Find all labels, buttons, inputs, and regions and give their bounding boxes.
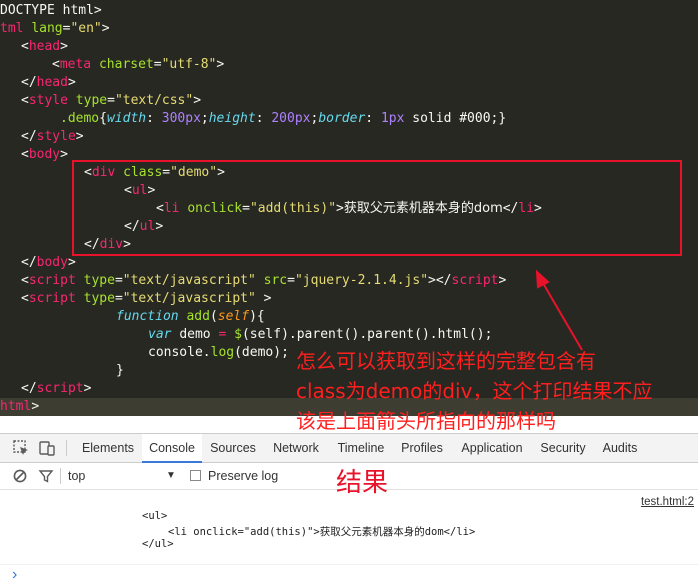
prompt-chevron-icon: ›	[12, 566, 18, 583]
preserve-log-checkbox[interactable]	[190, 470, 201, 481]
tab-timeline[interactable]: Timeline	[330, 434, 392, 462]
output-line-1: <ul>	[142, 510, 168, 522]
console-output: test.html:2 <ul> <li onclick="add(this)"…	[0, 490, 698, 584]
tab-application[interactable]: Application	[452, 434, 532, 462]
annotation-line-3: 该是上面箭头所指向的那样吗	[296, 409, 556, 433]
clear-console-icon[interactable]	[12, 468, 28, 484]
context-selector[interactable]: top ▼	[68, 463, 180, 489]
tab-console[interactable]: Console	[142, 434, 202, 463]
tab-network[interactable]: Network	[264, 434, 328, 462]
tab-elements[interactable]: Elements	[74, 434, 142, 462]
device-toolbar-icon[interactable]	[38, 439, 56, 457]
tab-audits[interactable]: Audits	[594, 434, 646, 462]
annotation-line-2: class为demo的div，这个打印结果不应	[296, 379, 653, 403]
inspect-element-icon[interactable]	[12, 439, 30, 457]
result-label: 结果	[336, 468, 389, 498]
console-prompt[interactable]: ›	[12, 566, 17, 584]
tab-sources[interactable]: Sources	[204, 434, 262, 462]
context-value: top	[68, 469, 86, 483]
output-line-2: <li onclick="add(this)">获取父元素机器本身的dom</l…	[168, 526, 476, 538]
output-line-3: </ul>	[142, 538, 174, 550]
tab-security[interactable]: Security	[534, 434, 592, 462]
devtools-tab-bar: Elements Console Sources Network Timelin…	[0, 434, 698, 463]
filter-icon[interactable]	[38, 468, 54, 484]
chevron-down-icon: ▼	[166, 470, 176, 481]
source-link[interactable]: test.html:2	[641, 496, 694, 508]
preserve-log-label: Preserve log	[208, 469, 279, 483]
annotation-line-1: 怎么可以获取到这样的完整包含有	[296, 349, 596, 373]
devtools-panel: Elements Console Sources Network Timelin…	[0, 433, 698, 584]
tab-profiles[interactable]: Profiles	[394, 434, 450, 462]
